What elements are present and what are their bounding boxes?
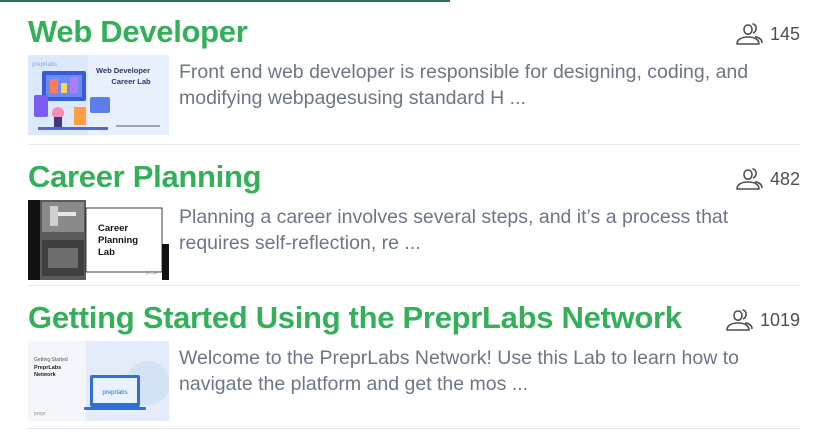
lab-title[interactable]: Web Developer	[28, 14, 248, 50]
lab-item-career-planning: Career Planning 482 Career Planning Lab …	[28, 145, 800, 286]
svg-text:Lab: Lab	[98, 247, 115, 258]
lab-thumbnail[interactable]: preprlabs Web Developer Career Lab	[28, 55, 169, 135]
people-icon	[726, 309, 753, 331]
lab-item-web-developer: Web Developer 145 preprlabs Web Develope…	[28, 0, 800, 145]
participant-count-value: 1019	[759, 309, 800, 330]
participant-count: 482	[734, 166, 800, 192]
lab-title[interactable]: Career Planning	[28, 159, 262, 195]
svg-text:Web Developer: Web Developer	[96, 66, 150, 75]
lab-description: Welcome to the PreprLabs Network! Use th…	[179, 347, 739, 395]
svg-text:Network: Network	[34, 372, 57, 378]
svg-text:Career: Career	[98, 223, 128, 234]
people-icon	[736, 23, 763, 45]
lab-thumbnail[interactable]: Getting Started PreprLabs Network preprl…	[28, 341, 169, 421]
participant-count: 1019	[724, 307, 800, 333]
svg-text:preprlabs: preprlabs	[102, 390, 127, 396]
svg-text:Career Lab: Career Lab	[111, 77, 151, 86]
svg-text:prepr: prepr	[146, 270, 158, 276]
lab-title[interactable]: Getting Started Using the PreprLabs Netw…	[28, 300, 682, 336]
lab-description: Front end web developer is responsible f…	[179, 61, 749, 109]
lab-description: Planning a career involves several steps…	[179, 206, 729, 254]
svg-text:Planning: Planning	[98, 235, 138, 246]
svg-text:prepr: prepr	[34, 411, 46, 417]
lab-list: Web Developer 145 preprlabs Web Develope…	[28, 0, 800, 429]
participant-count-value: 482	[769, 168, 800, 189]
participant-count-value: 145	[769, 23, 800, 44]
people-icon	[736, 168, 763, 190]
svg-text:PreprLabs: PreprLabs	[34, 365, 61, 371]
svg-text:Getting Started: Getting Started	[34, 357, 68, 363]
participant-count: 145	[734, 21, 800, 47]
thumb-brand: preprlabs	[32, 62, 57, 68]
lab-item-getting-started: Getting Started Using the PreprLabs Netw…	[28, 286, 800, 429]
lab-thumbnail[interactable]: Career Planning Lab prepr	[28, 200, 169, 280]
